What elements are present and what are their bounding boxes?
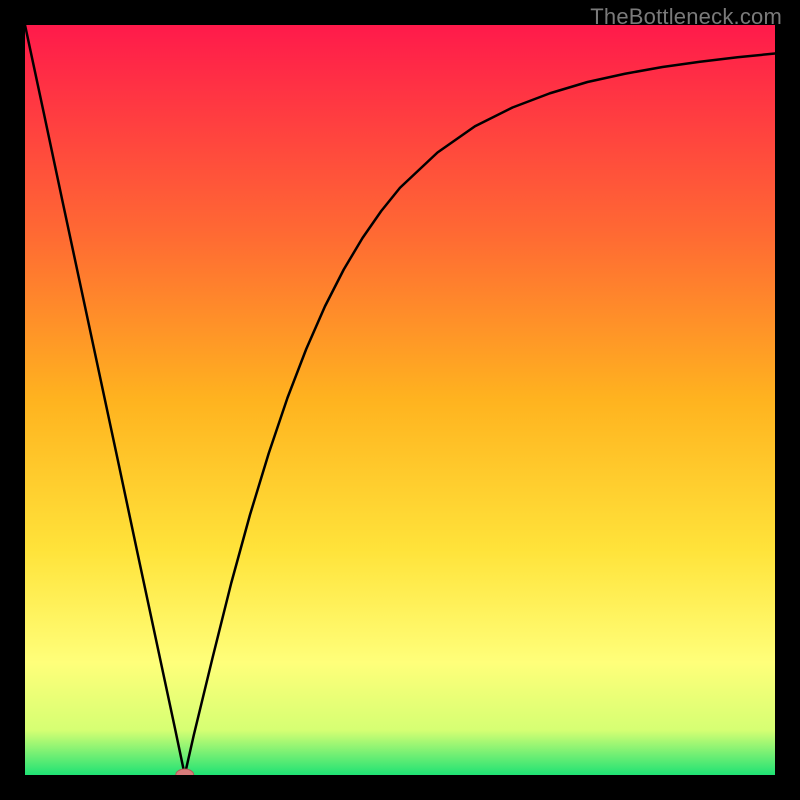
- chart-svg: [25, 25, 775, 775]
- watermark-text: TheBottleneck.com: [590, 4, 782, 30]
- chart-background: [25, 25, 775, 775]
- chart-frame: TheBottleneck.com: [0, 0, 800, 800]
- chart-plot: [25, 25, 775, 775]
